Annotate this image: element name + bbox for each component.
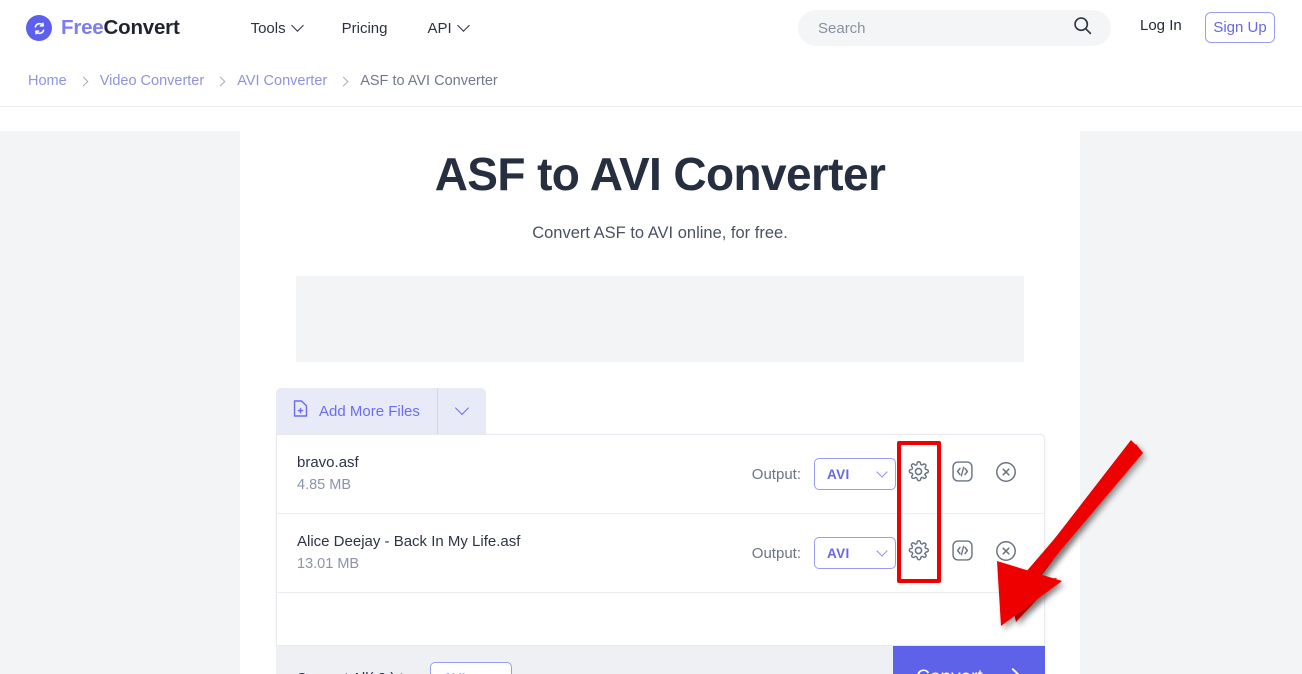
add-more-files-label: Add More Files (319, 402, 420, 420)
file-list-card: bravo.asf 4.85 MB Output: AVI Alice Deej… (276, 434, 1045, 646)
convert-button-label: Convert (916, 667, 983, 674)
output-format-select[interactable]: AVI (814, 537, 896, 569)
convert-all-format-select[interactable]: AVI (430, 662, 513, 674)
convert-all-format-value: AVI (443, 671, 466, 674)
add-more-files-group: Add More Files (276, 388, 486, 434)
site-header: FreeConvert Tools Pricing API Search Log… (0, 0, 1302, 56)
chevron-down-icon (456, 18, 470, 32)
nav-item-api-label: API (427, 19, 452, 37)
page-root: FreeConvert Tools Pricing API Search Log… (0, 0, 1302, 674)
page-subtitle: Convert ASF to AVI online, for free. (532, 224, 788, 242)
gear-icon (907, 539, 930, 567)
chevron-down-icon (876, 545, 888, 557)
output-format-value: AVI (827, 545, 850, 561)
file-info: Alice Deejay - Back In My Life.asf 13.01… (297, 531, 717, 575)
output-label: Output: (751, 544, 801, 562)
breadcrumb: Home Video Converter AVI Converter ASF t… (0, 56, 1302, 107)
breadcrumb-item-video-converter[interactable]: Video Converter (100, 73, 205, 89)
output-label: Output: (751, 465, 801, 483)
add-more-files-button[interactable]: Add More Files (276, 388, 438, 434)
chevron-down-icon (454, 400, 469, 416)
file-settings-button[interactable] (896, 452, 940, 496)
arrow-right-icon (996, 667, 1022, 674)
nav-item-api[interactable]: API (407, 18, 487, 37)
convert-button[interactable]: Convert (893, 646, 1045, 674)
signup-button[interactable]: Sign Up (1205, 12, 1275, 43)
file-row-controls: Output: AVI (752, 531, 1028, 575)
search-input[interactable] (818, 19, 1068, 37)
chevron-down-icon (290, 18, 304, 32)
brand-name-part1: Free (61, 15, 104, 39)
right-ad-panel (1080, 131, 1302, 674)
chevron-down-icon (492, 670, 504, 674)
left-ad-panel (0, 131, 240, 674)
chevron-right-icon (215, 76, 226, 86)
file-remove-button[interactable] (984, 531, 1028, 575)
nav-item-tools[interactable]: Tools (250, 18, 322, 37)
table-row: bravo.asf 4.85 MB Output: AVI (277, 435, 1044, 514)
output-format-select[interactable]: AVI (814, 458, 896, 490)
chevron-down-icon (876, 466, 888, 478)
file-plus-icon (292, 399, 309, 423)
search-box[interactable] (798, 10, 1111, 46)
code-brackets-icon (950, 459, 975, 489)
file-name: Alice Deejay - Back In My Life.asf (297, 532, 521, 550)
chevron-right-icon (338, 76, 349, 86)
login-button[interactable]: Log In (1140, 17, 1182, 34)
gear-icon (907, 460, 930, 488)
code-brackets-icon (950, 538, 975, 568)
x-circle-icon (994, 539, 1018, 568)
output-format-value: AVI (827, 466, 850, 482)
file-size: 13.01 MB (297, 555, 360, 572)
file-advanced-code-button[interactable] (940, 452, 984, 496)
top-ad-banner (296, 276, 1024, 362)
file-settings-button[interactable] (896, 531, 940, 575)
nav-item-pricing-label: Pricing (341, 19, 388, 37)
main-content: ASF to AVI Converter Convert ASF to AVI … (240, 107, 1080, 674)
brand-name-part2: Convert (103, 15, 180, 39)
table-row: Alice Deejay - Back In My Life.asf 13.01… (277, 514, 1044, 593)
convert-all-bar: Convert All( 2 ) to: AVI Convert (276, 646, 1045, 674)
breadcrumb-item-current: ASF to AVI Converter (360, 73, 498, 89)
chevron-right-icon (78, 76, 89, 86)
nav-item-pricing[interactable]: Pricing (322, 20, 408, 37)
file-size: 4.85 MB (297, 476, 351, 493)
breadcrumb-item-avi-converter[interactable]: AVI Converter (237, 73, 327, 89)
sync-circle-icon (26, 15, 52, 41)
convert-all-label: Convert All( 2 ) to: (296, 670, 416, 674)
page-title: ASF to AVI Converter (434, 148, 886, 200)
brand-name: FreeConvert (61, 15, 180, 39)
nav-item-tools-label: Tools (250, 19, 286, 37)
file-name: bravo.asf (297, 453, 359, 471)
search-icon[interactable] (1072, 15, 1093, 41)
file-info: bravo.asf 4.85 MB (297, 452, 717, 496)
primary-nav: Tools Pricing API (250, 18, 488, 37)
file-remove-button[interactable] (984, 452, 1028, 496)
add-more-files-dropdown-toggle[interactable] (438, 388, 486, 434)
x-circle-icon (994, 460, 1018, 489)
brand-logo[interactable]: FreeConvert (26, 15, 180, 41)
breadcrumb-item-home[interactable]: Home (28, 73, 67, 89)
file-row-controls: Output: AVI (752, 452, 1028, 496)
file-advanced-code-button[interactable] (940, 531, 984, 575)
